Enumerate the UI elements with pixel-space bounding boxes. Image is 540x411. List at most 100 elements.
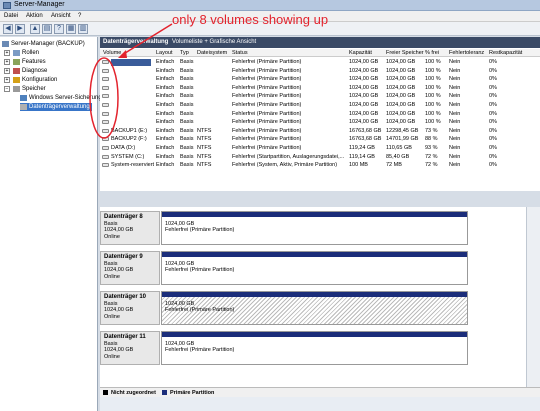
disk-row[interactable]: Datenträger 11 Basis 1024,00 GB Online 1024,… xyxy=(100,331,468,365)
table-cell: Fehlerfrei (Primäre Partition) xyxy=(232,119,302,126)
disk-size: 1024,00 GB xyxy=(104,347,134,353)
disk-management-icon xyxy=(20,104,27,110)
server-manager-window: Server-Manager Datei Aktion Ansicht ? ◀ … xyxy=(0,0,540,411)
table-cell: Basis xyxy=(180,59,194,65)
table-cell: 0% xyxy=(489,93,497,100)
table-cell: Basis xyxy=(180,145,194,151)
volume-icon xyxy=(102,146,109,150)
help-icon[interactable]: ? xyxy=(54,24,64,34)
disk-label[interactable]: Datenträger 9 Basis 1024,00 GB Online xyxy=(100,251,160,285)
expand-icon[interactable]: + xyxy=(4,68,10,74)
partition-block[interactable]: 1024,00 GB Fehlerfrei (Primäre Partition) xyxy=(161,331,468,365)
disk-label[interactable]: Datenträger 11 Basis 1024,00 GB Online xyxy=(100,331,160,365)
tree-item-speicher[interactable]: − Speicher xyxy=(4,85,46,93)
table-row[interactable]: Einfach Basis Fehlerfrei (Primäre Partitio… xyxy=(100,84,540,92)
table-cell: Fehlerfrei (Primäre Partition) xyxy=(232,67,302,74)
vertical-scrollbar[interactable] xyxy=(526,207,540,387)
table-cell: Einfach xyxy=(156,127,175,134)
table-cell: 100 % xyxy=(425,119,441,126)
col-status[interactable]: Status xyxy=(232,50,248,56)
back-icon[interactable]: ◀ xyxy=(3,24,13,34)
tree-item-datentraegerverwaltung[interactable]: Datenträgerverwaltung xyxy=(20,103,92,111)
table-row[interactable]: Einfach Basis Fehlerfrei (Primäre Partitio… xyxy=(100,110,540,118)
expand-icon[interactable]: + xyxy=(4,50,10,56)
volume-icon xyxy=(102,94,109,99)
show-tree-icon[interactable]: ▤ xyxy=(42,24,52,34)
table-cell: Nein xyxy=(449,153,461,160)
table-row[interactable]: Einfach Basis Fehlerfrei (Primäre Partitio… xyxy=(100,92,540,100)
col-kapazitaet[interactable]: Kapazität xyxy=(349,50,372,56)
collapse-icon[interactable]: − xyxy=(4,86,10,92)
partition-block[interactable]: 1024,00 GB Fehlerfrei (Primäre Partition) xyxy=(161,211,468,245)
table-cell: Nein xyxy=(449,162,461,169)
tree-item-diagnose[interactable]: + Diagnose xyxy=(4,67,47,75)
table-cell: Nein xyxy=(449,145,461,151)
partition-block[interactable]: 1024,00 GB Fehlerfrei (Primäre Partition) xyxy=(161,251,468,285)
table-cell: Einfach xyxy=(156,93,175,100)
table-row[interactable]: Einfach Basis Fehlerfrei (Primäre Partitio… xyxy=(100,58,540,66)
col-fehlertoleranz[interactable]: Fehlertoleranz xyxy=(449,50,484,56)
menu-aktion[interactable]: Aktion xyxy=(26,13,43,19)
table-cell: 100 % xyxy=(425,84,441,91)
table-cell: 1024,00 GB xyxy=(386,102,416,108)
table-row[interactable]: Einfach Basis Fehlerfrei (Primäre Partitio… xyxy=(100,118,540,126)
table-cell: 1024,00 GB xyxy=(386,84,416,91)
expand-icon[interactable]: + xyxy=(4,77,10,83)
backup-icon xyxy=(20,95,27,101)
forward-icon[interactable]: ▶ xyxy=(15,24,25,34)
disk-row[interactable]: Datenträger 10 Basis 1024,00 GB Online 1024,… xyxy=(100,291,468,325)
tree-item-rollen[interactable]: + Rollen xyxy=(4,49,39,57)
tree-item-features[interactable]: + Features xyxy=(4,58,46,66)
menu-help[interactable]: ? xyxy=(78,13,81,19)
col-volume[interactable]: Volume xyxy=(103,50,121,56)
view-icon[interactable]: ▥ xyxy=(78,24,88,34)
tree-item-server-manager[interactable]: Server-Manager (BACKUP) xyxy=(2,40,85,48)
disk-name: Datenträger 11 xyxy=(104,334,146,340)
table-cell: BACKUP1 (E:) xyxy=(111,127,148,134)
table-row[interactable]: System-reserviert Einfach Basis NTFS Fehlerf… xyxy=(100,161,540,169)
expand-icon[interactable]: + xyxy=(4,59,10,65)
table-cell: 16763,68 GB xyxy=(349,127,382,134)
table-cell: DATA (D:) xyxy=(111,145,136,151)
table-row[interactable]: Einfach Basis Fehlerfrei (Primäre Partitio… xyxy=(100,67,540,75)
col-dateisystem[interactable]: Dateisystem xyxy=(197,50,227,56)
table-cell: Basis xyxy=(180,127,194,134)
col-freier-speicher[interactable]: Freier Speicher xyxy=(386,50,424,56)
table-row[interactable]: BACKUP1 (E:) Einfach Basis NTFS Fehlerfrei (… xyxy=(100,127,540,135)
table-cell: 100 % xyxy=(425,102,441,108)
legend-bar: Nicht zugeordnet Primäre Partition xyxy=(100,387,540,397)
col-prozent-frei[interactable]: % frei xyxy=(425,50,439,56)
partition-block[interactable]: 1024,00 GB Fehlerfrei (Primäre Partition) xyxy=(161,291,468,325)
pane-splitter[interactable] xyxy=(100,191,540,207)
disk-row[interactable]: Datenträger 9 Basis 1024,00 GB Online 1024,0… xyxy=(100,251,468,285)
col-typ[interactable]: Typ xyxy=(180,50,189,56)
table-row[interactable]: Einfach Basis Fehlerfrei (Primäre Partitio… xyxy=(100,75,540,83)
table-row[interactable]: BACKUP2 (F:) Einfach Basis NTFS Fehlerfrei (… xyxy=(100,135,540,143)
table-cell: Basis xyxy=(180,119,194,126)
table-cell: Nein xyxy=(449,76,461,83)
primary-partition-bar xyxy=(162,332,467,337)
disk-label[interactable]: Datenträger 8 Basis 1024,00 GB Online xyxy=(100,211,160,245)
disk-label[interactable]: Datenträger 10 Basis 1024,00 GB Online xyxy=(100,291,160,325)
table-row[interactable]: Einfach Basis Fehlerfrei (Primäre Partitio… xyxy=(100,101,540,109)
table-cell: NTFS xyxy=(197,127,212,134)
up-folder-icon[interactable]: ▲ xyxy=(30,24,40,34)
properties-icon[interactable]: ▦ xyxy=(66,24,76,34)
table-cell: 0% xyxy=(489,145,497,151)
table-cell: Nein xyxy=(449,119,461,126)
menu-ansicht[interactable]: Ansicht xyxy=(51,13,71,19)
table-cell: 0% xyxy=(489,102,497,108)
menu-datei[interactable]: Datei xyxy=(4,13,18,19)
table-cell: Einfach xyxy=(156,76,175,83)
table-row[interactable]: DATA (D:) Einfach Basis NTFS Fehlerfrei (Pri… xyxy=(100,144,540,152)
table-cell: Fehlerfrei (Primäre Partition) xyxy=(232,84,302,91)
tree-item-windows-server-sicherung[interactable]: Windows Server-Sicherung xyxy=(20,94,102,102)
col-layout[interactable]: Layout xyxy=(156,50,173,56)
col-restkapazitaet[interactable]: Restkapazität xyxy=(489,50,522,56)
tree-item-konfiguration[interactable]: + Konfiguration xyxy=(4,76,57,84)
table-cell: 1024,00 GB xyxy=(349,67,379,74)
disk-row[interactable]: Datenträger 8 Basis 1024,00 GB Online 1024,0… xyxy=(100,211,468,245)
table-row[interactable]: SYSTEM (C:) Einfach Basis NTFS Fehlerfrei (S… xyxy=(100,153,540,161)
legend-primary-label: Primäre Partition xyxy=(170,390,215,396)
table-cell: Basis xyxy=(180,153,194,160)
